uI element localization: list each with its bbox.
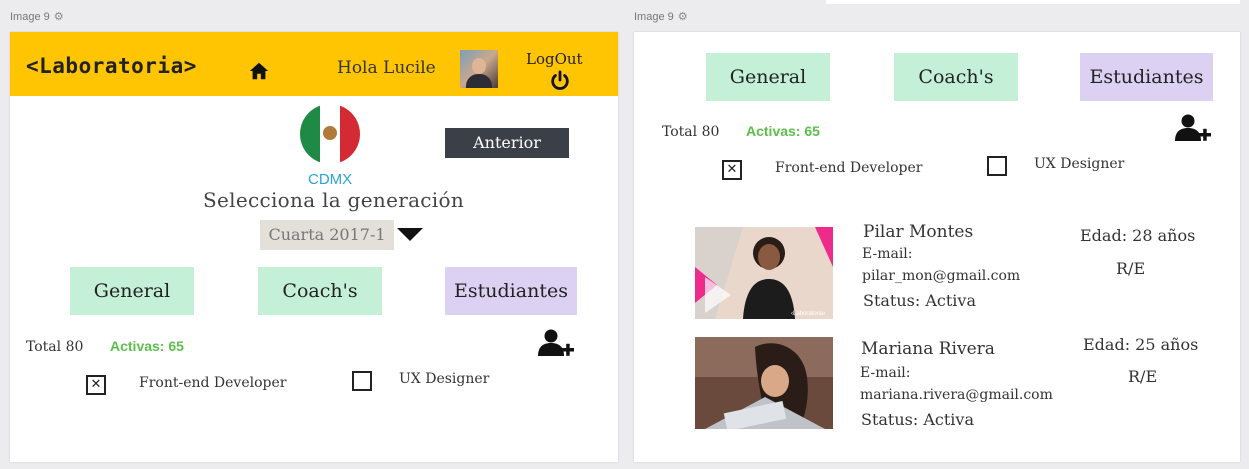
add-user-icon[interactable] <box>538 328 574 358</box>
greeting-text: Hola Lucile <box>337 58 436 78</box>
avatar[interactable] <box>460 50 498 88</box>
top-strip <box>826 0 1240 4</box>
active-count: Activas: 65 <box>110 338 184 354</box>
student-email-label: E-mail: <box>862 246 913 262</box>
generation-select[interactable]: Cuarta 2017-1 <box>260 220 394 250</box>
tab-students[interactable]: Estudiantes <box>1080 53 1213 101</box>
filter-frontend-checkbox[interactable]: ✕ <box>722 160 742 180</box>
tab-general[interactable]: General <box>706 53 830 101</box>
city-label: CDMX <box>308 171 353 188</box>
tab-students[interactable]: Estudiantes <box>445 267 577 315</box>
header-bar: <Laboratoria> Hola Lucile LogOut <box>10 32 618 96</box>
filter-ux-label: UX Designer <box>1034 156 1125 172</box>
logo[interactable]: <Laboratoria> <box>26 54 197 78</box>
student-status: Status: Activa <box>861 410 974 429</box>
filter-ux-label: UX Designer <box>399 371 490 387</box>
gear-icon[interactable]: ⚙ <box>678 10 688 23</box>
frame-left: <Laboratoria> Hola Lucile LogOut CDMX An… <box>10 32 618 462</box>
power-icon[interactable] <box>549 70 571 92</box>
dropdown-arrow-icon[interactable] <box>397 228 423 241</box>
student-name: Pilar Montes <box>863 222 974 242</box>
logout-label[interactable]: LogOut <box>526 50 583 68</box>
gear-icon[interactable]: ⚙ <box>54 10 64 23</box>
tab-general[interactable]: General <box>70 267 194 315</box>
student-photo[interactable]: ‹Laboratoria› <box>695 227 833 319</box>
total-count: Total 80 <box>26 339 84 355</box>
student-status: Status: Activa <box>863 291 976 310</box>
student-email: mariana.rivera@gmail.com <box>860 387 1053 403</box>
filter-frontend-label: Front-end Developer <box>775 160 923 176</box>
student-email: pilar_mon@gmail.com <box>862 268 1021 284</box>
frame-right: General Coach's Estudiantes Total 80 Act… <box>634 32 1240 462</box>
mexico-flag-icon <box>300 104 360 164</box>
active-count: Activas: 65 <box>746 123 820 139</box>
student-age: Edad: 25 años <box>1083 335 1199 354</box>
generation-title: Selecciona la generación <box>203 188 465 212</box>
tab-coaches[interactable]: Coach's <box>258 267 382 315</box>
filter-ux-checkbox[interactable] <box>987 156 1007 176</box>
student-re: R/E <box>1128 367 1158 386</box>
student-email-label: E-mail: <box>860 365 911 381</box>
total-count: Total 80 <box>662 124 720 140</box>
frame-title: Image 9 <box>634 10 674 23</box>
add-user-icon[interactable] <box>1175 113 1211 143</box>
student-re: R/E <box>1116 259 1146 278</box>
student-age: Edad: 28 años <box>1080 226 1196 245</box>
filter-ux-checkbox[interactable] <box>352 371 372 391</box>
student-photo[interactable] <box>695 337 833 429</box>
frame-title: Image 9 <box>10 10 50 23</box>
photo-caption: ‹Laboratoria› <box>791 311 825 317</box>
tab-coaches[interactable]: Coach's <box>894 53 1018 101</box>
filter-frontend-checkbox[interactable]: ✕ <box>86 375 106 395</box>
home-icon[interactable] <box>248 60 270 82</box>
student-name: Mariana Rivera <box>861 339 995 359</box>
filter-frontend-label: Front-end Developer <box>139 375 287 391</box>
frame-label-right: Image 9 ⚙ <box>634 10 688 24</box>
frame-label-left: Image 9 ⚙ <box>10 10 64 24</box>
previous-button[interactable]: Anterior <box>445 128 569 158</box>
